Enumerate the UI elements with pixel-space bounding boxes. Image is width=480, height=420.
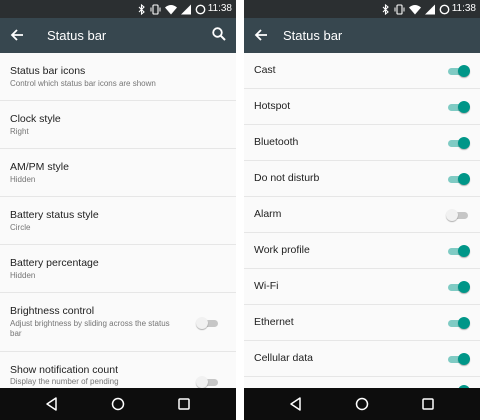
switch-thumb xyxy=(196,317,208,329)
status-bar: 11:38 xyxy=(244,0,480,18)
switch-thumb xyxy=(458,65,470,77)
home-nav-icon[interactable] xyxy=(110,396,126,412)
battery-icon xyxy=(195,4,206,14)
cast-switch[interactable] xyxy=(446,65,470,77)
wifi-icon xyxy=(409,4,421,14)
pref-summary: Hidden xyxy=(10,175,36,184)
right-screen: 11:38 Status bar Cast Hotspot Bluetooth … xyxy=(244,0,480,420)
pref-summary: Display the number of pending xyxy=(10,377,119,386)
pref-status-bar-icons[interactable]: Status bar icons Control which status ba… xyxy=(0,53,236,101)
arrow-back-icon[interactable] xyxy=(253,27,269,43)
pref-show-notification-count[interactable]: Show notification count Display the numb… xyxy=(0,352,236,388)
bluetooth-icon xyxy=(382,3,389,15)
left-screen: 11:38 Status bar Status bar icons Contro… xyxy=(0,0,236,420)
notification-count-switch[interactable] xyxy=(196,376,220,388)
preferences-list: Status bar icons Control which status ba… xyxy=(0,53,236,388)
pref-summary: Circle xyxy=(10,223,31,232)
toggle-row-alarm[interactable]: Alarm xyxy=(244,197,480,233)
status-bar: 11:38 xyxy=(0,0,236,18)
toggle-row-do-not-disturb[interactable]: Do not disturb xyxy=(244,161,480,197)
pref-title: Clock style xyxy=(10,113,61,125)
do-not-disturb-switch[interactable] xyxy=(446,173,470,185)
toggle-label: Cellular data xyxy=(254,352,313,364)
home-nav-icon[interactable] xyxy=(354,396,370,412)
toolbar: Status bar xyxy=(244,18,480,53)
switch-thumb xyxy=(458,173,470,185)
toggle-row-hotspot[interactable]: Hotspot xyxy=(244,89,480,125)
toggle-row-cellular-data[interactable]: Cellular data xyxy=(244,341,480,377)
pref-clock-style[interactable]: Clock style Right xyxy=(0,101,236,149)
switch-thumb xyxy=(458,245,470,257)
work-profile-switch[interactable] xyxy=(446,245,470,257)
recents-nav-icon[interactable] xyxy=(420,396,436,412)
toggle-row-cast[interactable]: Cast xyxy=(244,53,480,89)
nav-bar xyxy=(0,388,236,420)
pref-title: Show notification count xyxy=(10,364,118,376)
toggle-row-partial[interactable] xyxy=(244,377,480,388)
switch-thumb xyxy=(458,281,470,293)
toggle-row-wifi[interactable]: Wi-Fi xyxy=(244,269,480,305)
switch-thumb xyxy=(458,101,470,113)
pref-summary: Right xyxy=(10,127,29,136)
toggle-label: Wi-Fi xyxy=(254,280,279,292)
alarm-switch[interactable] xyxy=(446,209,470,221)
signal-icon xyxy=(425,4,435,14)
pref-summary: Hidden xyxy=(10,271,36,280)
toggle-label: Ethernet xyxy=(254,316,294,328)
switch-thumb xyxy=(458,137,470,149)
toggle-label: Do not disturb xyxy=(254,172,320,184)
bluetooth-icon xyxy=(138,3,145,15)
toggle-label: Work profile xyxy=(254,244,310,256)
cellular-data-switch[interactable] xyxy=(446,353,470,365)
icon-toggle-list: Cast Hotspot Bluetooth Do not disturb Al… xyxy=(244,53,480,388)
toggle-label: Bluetooth xyxy=(254,136,299,148)
nav-bar xyxy=(244,388,480,420)
switch-thumb xyxy=(458,317,470,329)
wifi-icon xyxy=(165,4,177,14)
bluetooth-switch[interactable] xyxy=(446,137,470,149)
page-title: Status bar xyxy=(47,28,107,43)
toggle-label: Hotspot xyxy=(254,100,291,112)
pref-battery-percentage[interactable]: Battery percentage Hidden xyxy=(0,245,236,293)
signal-icon xyxy=(181,4,191,14)
toggle-row-bluetooth[interactable]: Bluetooth xyxy=(244,125,480,161)
arrow-back-icon[interactable] xyxy=(9,27,25,43)
pref-title: AM/PM style xyxy=(10,161,69,173)
toolbar: Status bar xyxy=(0,18,236,53)
recents-nav-icon[interactable] xyxy=(176,396,192,412)
toggle-label: Alarm xyxy=(254,208,282,220)
switch-thumb xyxy=(458,353,470,365)
hotspot-switch[interactable] xyxy=(446,101,470,113)
pref-summary: Control which status bar icons are shown xyxy=(10,79,156,88)
vibrate-icon xyxy=(394,3,405,15)
vibrate-icon xyxy=(150,3,161,15)
back-nav-icon[interactable] xyxy=(288,396,304,412)
ethernet-switch[interactable] xyxy=(446,317,470,329)
switch-thumb xyxy=(446,209,458,221)
pref-brightness-control[interactable]: Brightness control Adjust brightness by … xyxy=(0,293,236,352)
pref-summary: Adjust brightness by sliding across the … xyxy=(10,319,170,338)
clock-time: 11:38 xyxy=(451,3,476,14)
brightness-control-switch[interactable] xyxy=(196,317,220,329)
page-title: Status bar xyxy=(283,28,343,43)
pref-title: Battery percentage xyxy=(10,257,99,269)
pref-title: Battery status style xyxy=(10,209,99,221)
clock-time: 11:38 xyxy=(207,3,232,14)
back-nav-icon[interactable] xyxy=(44,396,60,412)
toggle-row-work-profile[interactable]: Work profile xyxy=(244,233,480,269)
wifi-switch[interactable] xyxy=(446,281,470,293)
toggle-label: Cast xyxy=(254,64,276,76)
pref-battery-status-style[interactable]: Battery status style Circle xyxy=(0,197,236,245)
pref-ampm-style[interactable]: AM/PM style Hidden xyxy=(0,149,236,197)
search-icon[interactable] xyxy=(211,26,227,42)
toggle-row-ethernet[interactable]: Ethernet xyxy=(244,305,480,341)
pref-title: Brightness control xyxy=(10,305,95,317)
pref-title: Status bar icons xyxy=(10,65,86,77)
switch-thumb xyxy=(196,376,208,388)
battery-icon xyxy=(439,4,450,14)
